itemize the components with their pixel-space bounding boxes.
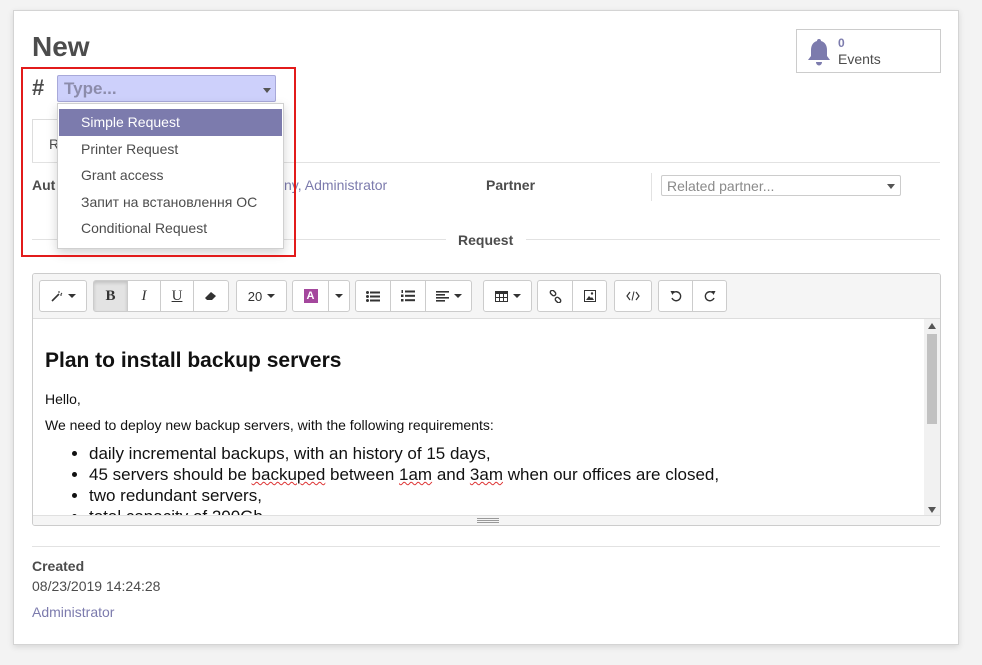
- paragraph-align-button[interactable]: [425, 280, 472, 312]
- type-input[interactable]: [57, 75, 276, 102]
- underline-button[interactable]: U: [160, 280, 194, 312]
- partner-label: Partner: [486, 177, 536, 193]
- content-intro: We need to deploy new backup servers, wi…: [45, 417, 494, 433]
- ordered-list-button[interactable]: [390, 280, 426, 312]
- insert-table-button[interactable]: [483, 280, 532, 312]
- redo-button[interactable]: [692, 280, 727, 312]
- dropdown-item-simple-request[interactable]: Simple Request: [59, 109, 282, 136]
- section-title-request: Request: [458, 232, 514, 248]
- style-group: [39, 280, 87, 312]
- undo-icon: [670, 291, 681, 302]
- clear-format-button[interactable]: [193, 280, 229, 312]
- list-item: daily incremental backups, with an histo…: [89, 443, 911, 464]
- table-group: [483, 280, 532, 312]
- insert-group: [537, 280, 607, 312]
- redo-icon: [704, 291, 715, 302]
- code-icon: [626, 291, 640, 301]
- color-group: A: [292, 280, 350, 312]
- scroll-down-arrow-icon[interactable]: [928, 507, 936, 513]
- field-divider: [651, 173, 652, 201]
- table-icon: [494, 290, 508, 302]
- events-count: 0: [838, 36, 845, 50]
- font-color-button[interactable]: A: [292, 280, 329, 312]
- undo-button[interactable]: [658, 280, 693, 312]
- chevron-down-icon: [68, 294, 76, 298]
- content-greeting: Hello,: [45, 391, 81, 407]
- footer-divider: [32, 546, 940, 547]
- style-button[interactable]: [39, 280, 87, 312]
- scrollbar-thumb[interactable]: [927, 334, 937, 424]
- font-color-dropdown-button[interactable]: [328, 280, 350, 312]
- code-group: [614, 280, 652, 312]
- editor-scrollbar[interactable]: [924, 319, 940, 517]
- list-item: 45 servers should be backuped between 1a…: [89, 464, 911, 485]
- insert-image-button[interactable]: [572, 280, 607, 312]
- misspelled-word: 1am: [399, 465, 433, 484]
- font-color-icon: A: [303, 289, 318, 303]
- numbered-list-icon: [401, 290, 415, 302]
- type-dropdown-menu: Simple Request Printer Request Grant acc…: [57, 103, 284, 249]
- history-group: [658, 280, 727, 312]
- content-heading: Plan to install backup servers: [45, 349, 342, 372]
- dropdown-item-grant-access[interactable]: Grant access: [59, 162, 282, 189]
- misspelled-word: 3am: [469, 465, 503, 484]
- chevron-down-icon: [335, 294, 343, 298]
- font-size-button[interactable]: 20: [236, 280, 287, 312]
- italic-button[interactable]: I: [127, 280, 161, 312]
- misspelled-word: backuped: [251, 465, 326, 484]
- dropdown-item-conditional-request[interactable]: Conditional Request: [59, 215, 282, 242]
- hash-symbol: #: [32, 75, 45, 100]
- created-label: Created: [32, 558, 85, 574]
- align-left-icon: [435, 290, 449, 302]
- text-segment: 45 servers should be: [89, 465, 252, 484]
- font-style-group: B I U: [93, 280, 229, 312]
- bell-icon: [808, 39, 830, 66]
- dropdown-item-os-install-request[interactable]: Запит на встановлення ОС: [59, 189, 282, 216]
- list-item: two redundant servers,: [89, 485, 911, 506]
- page-title: New: [32, 31, 90, 62]
- created-date: 08/23/2019 14:24:28: [32, 578, 161, 594]
- events-label: Events: [838, 51, 881, 67]
- scroll-up-arrow-icon[interactable]: [928, 323, 936, 329]
- link-icon: [549, 289, 561, 303]
- editor-resize-handle[interactable]: [33, 515, 940, 525]
- chevron-down-icon: [512, 294, 521, 298]
- font-size-group: 20: [236, 280, 287, 312]
- insert-link-button[interactable]: [537, 280, 573, 312]
- text-segment: and: [432, 465, 470, 484]
- list-group: [355, 280, 472, 312]
- editor-content[interactable]: Plan to install backup servers Hello, We…: [33, 319, 923, 525]
- bold-button[interactable]: B: [93, 280, 128, 312]
- bullet-list-icon: [366, 290, 380, 302]
- partner-input[interactable]: [661, 175, 901, 196]
- rich-text-editor: B I U 20 A Plan to install backup server…: [32, 273, 941, 526]
- text-segment: when our offices are closed,: [502, 465, 720, 484]
- eraser-icon: [205, 292, 216, 300]
- created-by-link[interactable]: Administrator: [32, 604, 114, 620]
- magic-wand-icon: [51, 290, 63, 302]
- dropdown-item-printer-request[interactable]: Printer Request: [59, 136, 282, 163]
- events-button[interactable]: 0 Events: [796, 29, 941, 73]
- chevron-down-icon: [453, 294, 462, 298]
- image-icon: [583, 290, 596, 302]
- grip-icon: [477, 518, 499, 523]
- type-dropdown-chevron-icon[interactable]: [263, 88, 271, 93]
- chevron-down-icon: [267, 294, 276, 298]
- section-separator-right: [526, 239, 940, 240]
- editor-toolbar: B I U 20 A: [33, 274, 940, 319]
- code-view-button[interactable]: [614, 280, 652, 312]
- requirements-list: daily incremental backups, with an histo…: [45, 443, 911, 525]
- unordered-list-button[interactable]: [355, 280, 391, 312]
- font-size-value: 20: [247, 288, 263, 304]
- author-value-link[interactable]: ny, Administrator: [284, 177, 387, 193]
- text-segment: between: [325, 465, 400, 484]
- form-sheet: New # Simple Request Printer Request Gra…: [13, 10, 959, 645]
- partner-dropdown-chevron-icon[interactable]: [887, 184, 895, 189]
- author-label: Aut: [32, 177, 56, 193]
